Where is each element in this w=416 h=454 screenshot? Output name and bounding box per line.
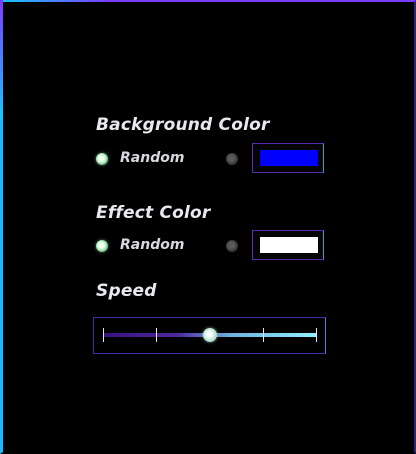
speed-slider-tick [103, 328, 104, 342]
background-color-picker[interactable] [252, 143, 324, 173]
effect-color-label: Effect Color [96, 203, 211, 223]
speed-slider-tick [263, 328, 264, 342]
background-random-label[interactable]: Random [120, 150, 184, 166]
effect-color-picker[interactable] [252, 230, 324, 260]
speed-slider-tick [156, 328, 157, 342]
background-custom-radio[interactable] [226, 153, 238, 165]
settings-panel: Background Color Random Effect Color Ran… [0, 0, 416, 454]
effect-random-label[interactable]: Random [120, 237, 184, 253]
effect-custom-radio[interactable] [226, 240, 238, 252]
speed-slider-thumb[interactable] [203, 328, 217, 342]
speed-slider-tick [316, 328, 317, 342]
background-random-radio[interactable] [96, 153, 108, 165]
background-color-swatch [260, 150, 318, 166]
speed-label: Speed [96, 281, 157, 301]
speed-slider[interactable] [93, 317, 326, 354]
effect-color-swatch [260, 237, 318, 253]
effect-random-radio[interactable] [96, 240, 108, 252]
background-color-label: Background Color [96, 115, 270, 135]
